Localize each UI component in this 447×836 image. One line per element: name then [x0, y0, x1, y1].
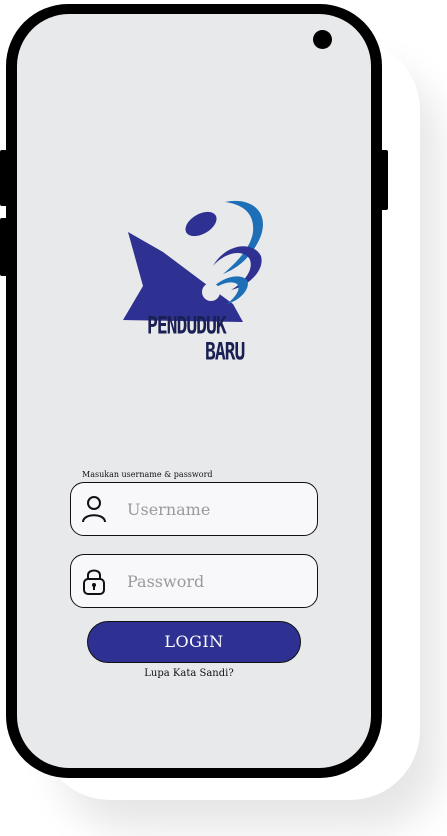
username-input[interactable] — [127, 497, 307, 521]
logo-sail-shape — [123, 232, 243, 322]
logo-dot-1 — [186, 253, 200, 267]
logo-text-line2: BARU — [205, 338, 245, 367]
logo-dot-2 — [202, 283, 220, 301]
logo-head-shape — [185, 211, 217, 237]
password-input[interactable] — [127, 569, 307, 593]
forgot-password-link[interactable]: Lupa Kata Sandi? — [17, 668, 361, 679]
login-hint: Masukan username & password — [82, 470, 213, 479]
login-button[interactable]: LOGIN — [87, 621, 301, 663]
logo-text-line1: PENDUDUK — [147, 312, 227, 341]
lock-icon — [83, 569, 105, 595]
front-camera — [313, 30, 332, 49]
user-icon — [82, 496, 106, 523]
login-screen: PENDUDUK BARU Masukan username & passwor… — [17, 14, 371, 768]
phone-frame: PENDUDUK BARU Masukan username & passwor… — [6, 4, 382, 778]
password-field[interactable] — [70, 554, 318, 608]
username-field[interactable] — [70, 482, 318, 536]
